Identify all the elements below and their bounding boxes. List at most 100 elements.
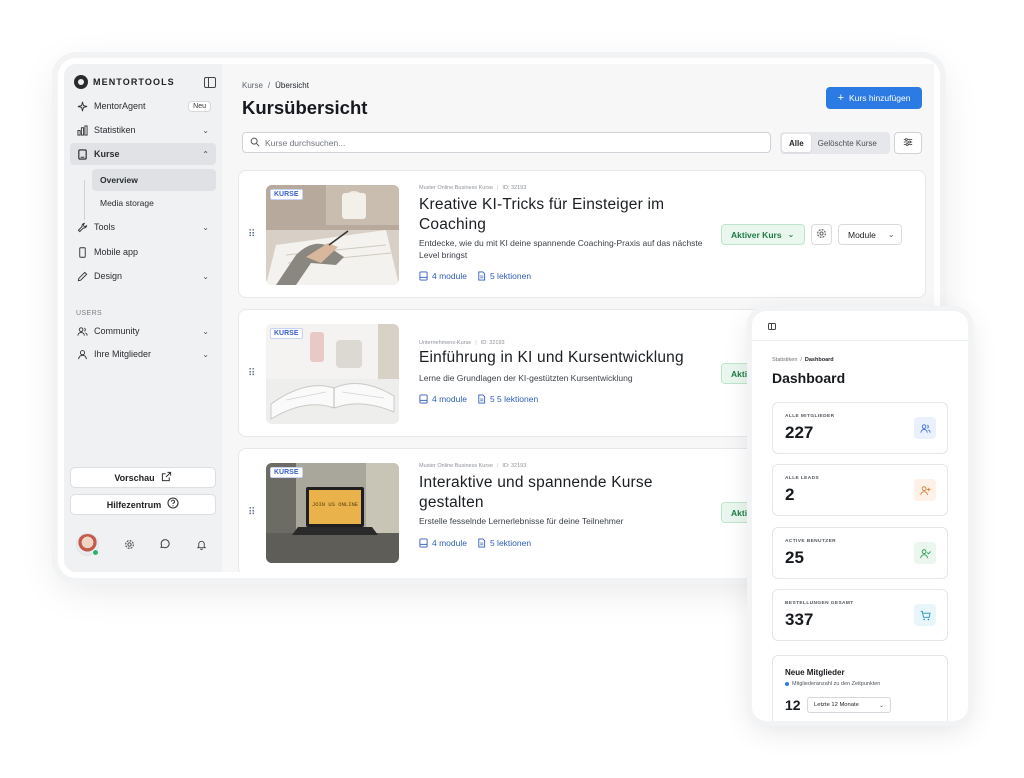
new-members-subtitle: Mitgliederanzahl zu den Zeitpunkten (792, 681, 881, 687)
course-description: Lerne die Grundlagen der KI-gestützten K… (419, 373, 633, 383)
stat-card-leads[interactable]: ALLE LEADS 2 (772, 464, 948, 516)
preview-button-label: Vorschau (114, 472, 155, 483)
help-center-label: Hilfezentrum (106, 499, 162, 510)
course-module-dropdown[interactable]: Module ⌄ (838, 224, 902, 245)
mobile-breadcrumb: Statistiken / Dashboard (772, 357, 834, 363)
stat-label: BESTELLUNGEN GESAMT (785, 601, 854, 606)
sidebar-item-statistiken[interactable]: Statistiken ⌄ (70, 119, 216, 141)
wrench-icon (77, 222, 88, 233)
stat-value: 25 (785, 548, 804, 567)
logo-icon (74, 75, 88, 89)
chat-icon[interactable] (159, 538, 171, 550)
cart-icon (914, 604, 936, 626)
help-circle-icon (167, 497, 179, 512)
chevron-down-icon: ⌄ (202, 271, 209, 281)
sidebar-subitem-media-storage[interactable]: Media storage (92, 192, 216, 214)
sidebar-item-community[interactable]: Community ⌄ (70, 320, 216, 342)
chevron-down-icon: ⌄ (202, 222, 209, 232)
course-id: ID: 32193 (502, 185, 527, 191)
course-lessons[interactable]: 5 lektionen (477, 271, 531, 281)
online-status-dot (92, 548, 99, 556)
course-card[interactable]: ⠿ KURSE Muster Online Business Kurse | I… (238, 170, 926, 298)
search-input[interactable] (265, 137, 770, 148)
stat-card-members[interactable]: ALLE MITGLIEDER 227 (772, 402, 948, 454)
course-title[interactable]: Interaktive und spannende Kurse gestalte… (419, 473, 709, 513)
lesson-icon (478, 271, 486, 281)
user-check-icon (914, 542, 936, 564)
search-box (242, 132, 771, 153)
breadcrumb-separator: / (800, 357, 802, 363)
chevron-down-icon: ⌄ (878, 702, 884, 709)
course-thumbnail: KURSE JOIN US ONLINE (266, 463, 399, 563)
course-category: Unternehmens-Kurse (419, 340, 472, 346)
chevron-down-icon: ⌄ (202, 326, 209, 336)
course-tag: KURSE (270, 328, 303, 339)
sidebar-item-tools[interactable]: Tools ⌄ (70, 216, 216, 238)
course-modules[interactable]: 4 module (419, 538, 467, 548)
course-lessons-label: 5 5 lektionen (489, 394, 539, 404)
course-lessons[interactable]: 5 lektionen (477, 538, 531, 548)
sidebar-subitem-overview[interactable]: Overview (92, 169, 216, 191)
chevron-down-icon: ⌄ (202, 349, 209, 359)
user-toolbar (76, 531, 210, 557)
submenu-line (84, 180, 85, 220)
sidebar-collapse-icon[interactable] (204, 76, 216, 88)
chevron-down-icon: ⌄ (787, 230, 795, 239)
sidebar-item-mentoragent[interactable]: MentorAgent Neu (70, 95, 216, 117)
course-tag: KURSE (270, 467, 303, 478)
avatar[interactable] (76, 532, 99, 556)
users-icon (914, 417, 936, 439)
external-link-icon (161, 471, 172, 485)
chevron-down-icon: ⌄ (887, 230, 895, 239)
filter-settings-button[interactable] (894, 132, 922, 154)
course-modules-label: 4 module (432, 538, 467, 548)
course-meta: Muster Online Business Kurse | ID: 32193 (419, 463, 527, 469)
bell-icon[interactable] (195, 538, 207, 550)
sidebar-toggle-icon[interactable] (768, 323, 776, 330)
drag-handle-icon[interactable]: ⠿ (248, 229, 255, 240)
stat-card-active-users[interactable]: ACTIVE BENUTZER 25 (772, 527, 948, 579)
course-modules[interactable]: 4 module (419, 271, 467, 281)
user-plus-icon (914, 479, 936, 501)
stat-value: 337 (785, 610, 814, 629)
time-range-select[interactable]: Letzte 12 Monate ⌄ (807, 697, 891, 713)
course-stats: 4 module 5 lektionen (419, 271, 541, 281)
mobile-page-title: Dashboard (772, 370, 846, 386)
breadcrumb-root[interactable]: Statistiken (772, 357, 797, 363)
gear-icon[interactable] (123, 538, 135, 550)
new-badge: Neu (188, 100, 211, 112)
sidebar-item-label: Community (94, 326, 140, 336)
add-course-button[interactable]: + Kurs hinzufügen (826, 87, 922, 109)
course-settings-button[interactable] (811, 224, 832, 245)
preview-button[interactable]: Vorschau (70, 467, 216, 488)
stat-card-orders[interactable]: BESTELLUNGEN GESAMT 337 (772, 589, 948, 641)
breadcrumb-root[interactable]: Kurse (242, 81, 263, 90)
course-title[interactable]: Einführung in KI und Kursentwicklung (419, 348, 719, 368)
chevron-down-icon: ⌄ (202, 125, 209, 135)
filter-tab-deleted[interactable]: Gelöschte Kurse (811, 134, 884, 152)
sidebar-item-mobile-app[interactable]: Mobile app (70, 241, 216, 263)
course-modules[interactable]: 4 module (419, 394, 467, 404)
stat-label: ALLE LEADS (785, 476, 820, 481)
sidebar-item-kurse[interactable]: Kurse ⌃ (70, 143, 216, 165)
sliders-icon (903, 134, 913, 152)
sidebar: MENTORTOOLS MentorAgent Neu Statistiken … (64, 64, 222, 572)
course-id: ID: 32193 (480, 340, 505, 346)
breadcrumb-current: Dashboard (804, 357, 834, 363)
module-icon (419, 538, 428, 548)
course-status-dropdown[interactable]: Aktiver Kurs ⌄ (721, 224, 805, 245)
sidebar-item-design[interactable]: Design ⌄ (70, 265, 216, 287)
course-lessons[interactable]: 5 5 lektionen (477, 394, 538, 404)
new-members-title: Neue Mitglieder (785, 668, 845, 677)
course-lessons-label: 5 lektionen (489, 271, 532, 281)
help-center-button[interactable]: Hilfezentrum (70, 494, 216, 515)
sidebar-item-ihre-mitglieder[interactable]: Ihre Mitglieder ⌄ (70, 343, 216, 365)
module-icon (419, 394, 428, 404)
new-members-value: 12 (785, 697, 801, 713)
course-title[interactable]: Kreative KI-Tricks für Einsteiger im Coa… (419, 195, 709, 235)
filter-tab-alle[interactable]: Alle (782, 134, 811, 152)
drag-handle-icon[interactable]: ⠿ (248, 507, 255, 518)
plus-icon: + (837, 92, 844, 104)
sidebar-item-label: Kurse (94, 149, 120, 159)
drag-handle-icon[interactable]: ⠿ (248, 368, 255, 379)
